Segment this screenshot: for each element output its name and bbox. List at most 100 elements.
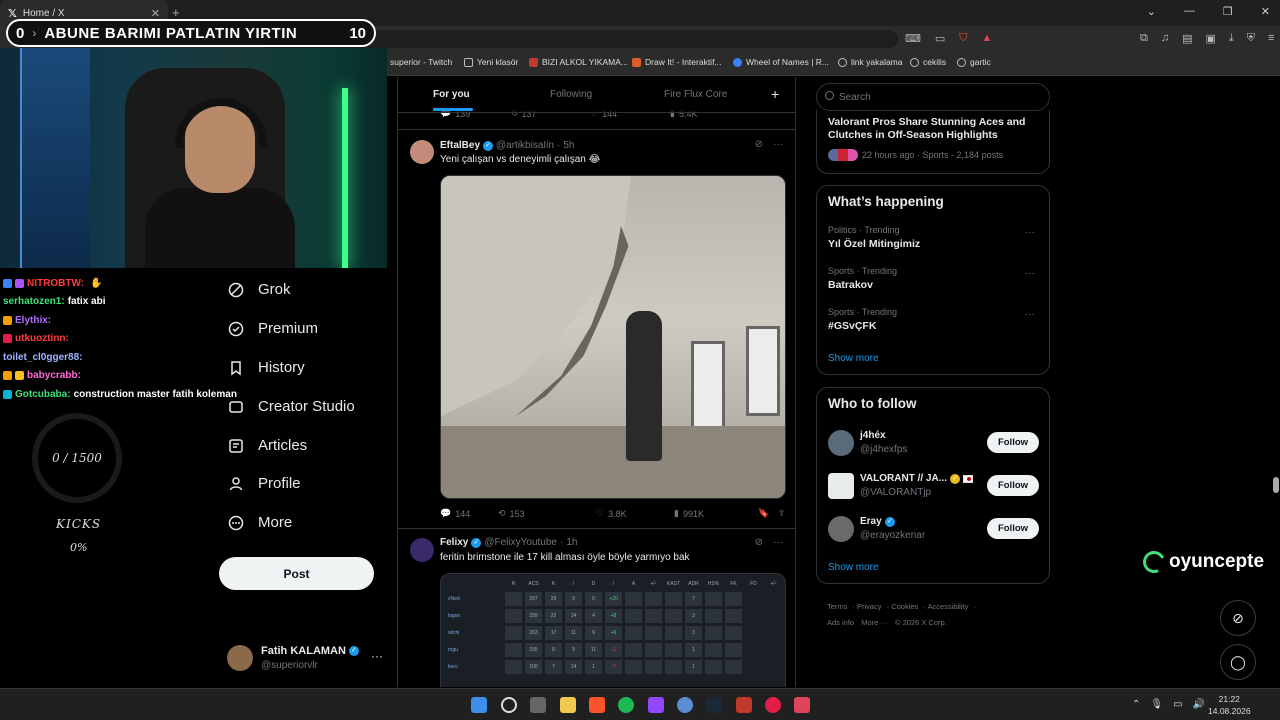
- mic-icon[interactable]: 🎙: [1150, 699, 1163, 710]
- vpn-icon[interactable]: ⛨: [1247, 32, 1255, 45]
- tweet-image-scoreboard[interactable]: R ACS K / D / A +/- KAST ADR HS% FK FD +/- cNed 297 29 9…: [440, 573, 786, 687]
- bookmark-folder[interactable]: Yeni klasör: [464, 57, 518, 67]
- valorant-icon[interactable]: [794, 697, 810, 713]
- file-explorer-icon[interactable]: [560, 697, 576, 713]
- wallet-icon[interactable]: ▣: [1206, 32, 1216, 45]
- more-options-icon[interactable]: ···: [773, 139, 783, 150]
- footer-link[interactable]: More ···: [861, 618, 888, 627]
- nav-item-profile[interactable]: Profile: [228, 475, 301, 492]
- nav-item-articles[interactable]: Articles: [228, 437, 307, 454]
- bookmark-item[interactable]: gartic: [957, 57, 991, 67]
- close-window-icon[interactable]: ✕: [1261, 5, 1270, 18]
- follow-name[interactable]: j4héx: [860, 430, 886, 441]
- repost-button[interactable]: ⟲ 153: [498, 508, 596, 519]
- news-card[interactable]: Valorant Pros Share Stunning Aces and Cl…: [816, 110, 1050, 174]
- footer-link[interactable]: Terms: [827, 602, 847, 611]
- footer-link[interactable]: Accessibility: [927, 602, 968, 611]
- chevron-up-icon[interactable]: ⌃: [1132, 699, 1140, 710]
- avatar[interactable]: [828, 516, 854, 542]
- follow-button[interactable]: Follow: [987, 475, 1039, 496]
- scrollbar-thumb[interactable]: [1273, 477, 1279, 493]
- app-icon[interactable]: [736, 697, 752, 713]
- spotify-icon[interactable]: [618, 697, 634, 713]
- share-icon[interactable]: ⇪: [778, 508, 786, 519]
- tab-fire-flux-core[interactable]: Fire Flux Core: [664, 89, 727, 100]
- avatar[interactable]: [828, 473, 854, 499]
- bookmark-item[interactable]: Draw It! - Interaktif...: [632, 57, 722, 67]
- translate-icon[interactable]: ⌨: [905, 32, 921, 45]
- show-more-link[interactable]: Show more: [828, 562, 879, 573]
- maximize-icon[interactable]: ❐: [1223, 5, 1233, 18]
- rewards-icon[interactable]: ▲: [982, 32, 993, 45]
- network-icon[interactable]: ▭: [1173, 699, 1182, 710]
- grok-fab-button[interactable]: ⊘: [1220, 600, 1256, 636]
- twitch-icon[interactable]: [648, 697, 664, 713]
- tab-following[interactable]: Following: [550, 89, 592, 100]
- download-icon[interactable]: ⤓: [1229, 32, 1234, 45]
- follow-name[interactable]: Eray: [860, 516, 882, 527]
- footer-link[interactable]: Privacy: [857, 602, 882, 611]
- bookmark-item[interactable]: BIZI ALKOL YIKAMA...: [529, 57, 628, 67]
- more-options-icon[interactable]: ···: [1025, 268, 1035, 279]
- bookmark-item[interactable]: superior - Twitch: [390, 57, 452, 67]
- bookmark-item[interactable]: link yakalama: [838, 57, 903, 67]
- start-icon[interactable]: [471, 697, 487, 713]
- page-scrollbar[interactable]: [1272, 77, 1280, 687]
- menu-icon[interactable]: ≡: [1268, 32, 1274, 45]
- grok-icon[interactable]: ⊘: [755, 537, 763, 548]
- brave-shield-icon[interactable]: ⛉: [959, 32, 967, 45]
- trend-name[interactable]: Batrakov: [828, 279, 873, 291]
- clock[interactable]: 21:22 14.08.2026: [1208, 693, 1251, 717]
- add-tab-icon[interactable]: +: [771, 86, 779, 102]
- extensions-icon[interactable]: ⧉: [1140, 32, 1148, 45]
- avatar[interactable]: [410, 538, 434, 562]
- tweet-time[interactable]: 1h: [566, 537, 577, 548]
- cast-icon[interactable]: ▭: [935, 32, 945, 45]
- tab-for-you[interactable]: For you: [433, 89, 470, 100]
- tweet-time[interactable]: 5h: [563, 140, 574, 151]
- music-icon[interactable]: ♫: [1161, 32, 1169, 45]
- brave-browser-icon[interactable]: [589, 697, 605, 713]
- app-icon[interactable]: [765, 697, 781, 713]
- nav-item-more[interactable]: More: [228, 514, 292, 531]
- grok-icon[interactable]: ⊘: [755, 139, 763, 150]
- messages-fab-button[interactable]: ◯: [1220, 644, 1256, 680]
- footer-link[interactable]: Cookies: [891, 602, 918, 611]
- account-switcher[interactable]: Fatih KALAMAN ✓ @superiorvlr ···: [227, 643, 387, 677]
- follow-name[interactable]: VALORANT // JA...: [860, 473, 947, 484]
- tweet-video[interactable]: [440, 175, 786, 499]
- sidebar-icon[interactable]: ▤: [1182, 32, 1192, 45]
- close-tab-icon[interactable]: ✕: [151, 7, 160, 20]
- bookmark-item[interactable]: cekilis: [910, 57, 946, 67]
- author-name[interactable]: EftalBey: [440, 140, 480, 151]
- task-view-icon[interactable]: [530, 697, 546, 713]
- footer-link[interactable]: Ads info: [827, 618, 854, 627]
- search-input[interactable]: Search: [816, 83, 1050, 111]
- trend-name[interactable]: Yıl Özel Mitingimiz: [828, 238, 920, 250]
- more-options-icon[interactable]: ···: [1025, 227, 1035, 238]
- author-handle[interactable]: @artikbisaIin: [496, 140, 554, 151]
- follow-button[interactable]: Follow: [987, 432, 1039, 453]
- new-tab-button[interactable]: +: [172, 5, 180, 20]
- like-button[interactable]: ♡ 3.8K: [596, 508, 674, 519]
- views-count[interactable]: ▮ 991K: [674, 508, 758, 519]
- more-options-icon[interactable]: ···: [773, 537, 783, 548]
- post-button[interactable]: Post: [219, 557, 374, 590]
- avatar[interactable]: [410, 140, 434, 164]
- chevron-down-icon[interactable]: ⌄: [1147, 5, 1156, 18]
- author-name[interactable]: Felixy: [440, 537, 468, 548]
- avatar[interactable]: [828, 430, 854, 456]
- search-icon[interactable]: [501, 697, 517, 713]
- more-options-icon[interactable]: ···: [1025, 309, 1035, 320]
- show-more-link[interactable]: Show more: [828, 353, 879, 364]
- more-options-icon[interactable]: ···: [371, 649, 383, 663]
- author-handle[interactable]: @FelixyYoutube: [484, 537, 557, 548]
- minimize-icon[interactable]: —: [1184, 5, 1195, 18]
- reply-button[interactable]: 💬 144: [440, 508, 498, 519]
- app-icon[interactable]: [677, 697, 693, 713]
- bookmark-icon[interactable]: 🔖: [758, 508, 778, 519]
- trend-name[interactable]: #GSvÇFK: [828, 320, 876, 332]
- volume-icon[interactable]: 🔊: [1193, 699, 1205, 710]
- bookmark-item[interactable]: Wheel of Names | R...: [733, 57, 829, 67]
- follow-button[interactable]: Follow: [987, 518, 1039, 539]
